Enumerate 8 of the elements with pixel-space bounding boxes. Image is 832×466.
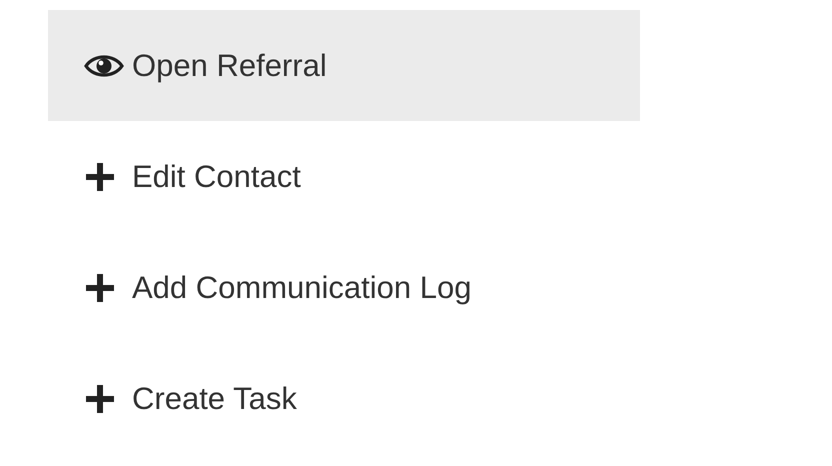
menu-item[interactable]: Edit Contact — [48, 121, 640, 232]
plus-icon — [84, 160, 116, 192]
plus-icon — [84, 272, 116, 304]
menu-item[interactable]: Create Task — [48, 343, 640, 454]
plus-icon — [84, 382, 116, 414]
menu-item[interactable]: Add Communication Log — [48, 232, 640, 343]
menu-item[interactable]: Open Referral — [48, 10, 640, 121]
eye-icon — [84, 52, 124, 78]
